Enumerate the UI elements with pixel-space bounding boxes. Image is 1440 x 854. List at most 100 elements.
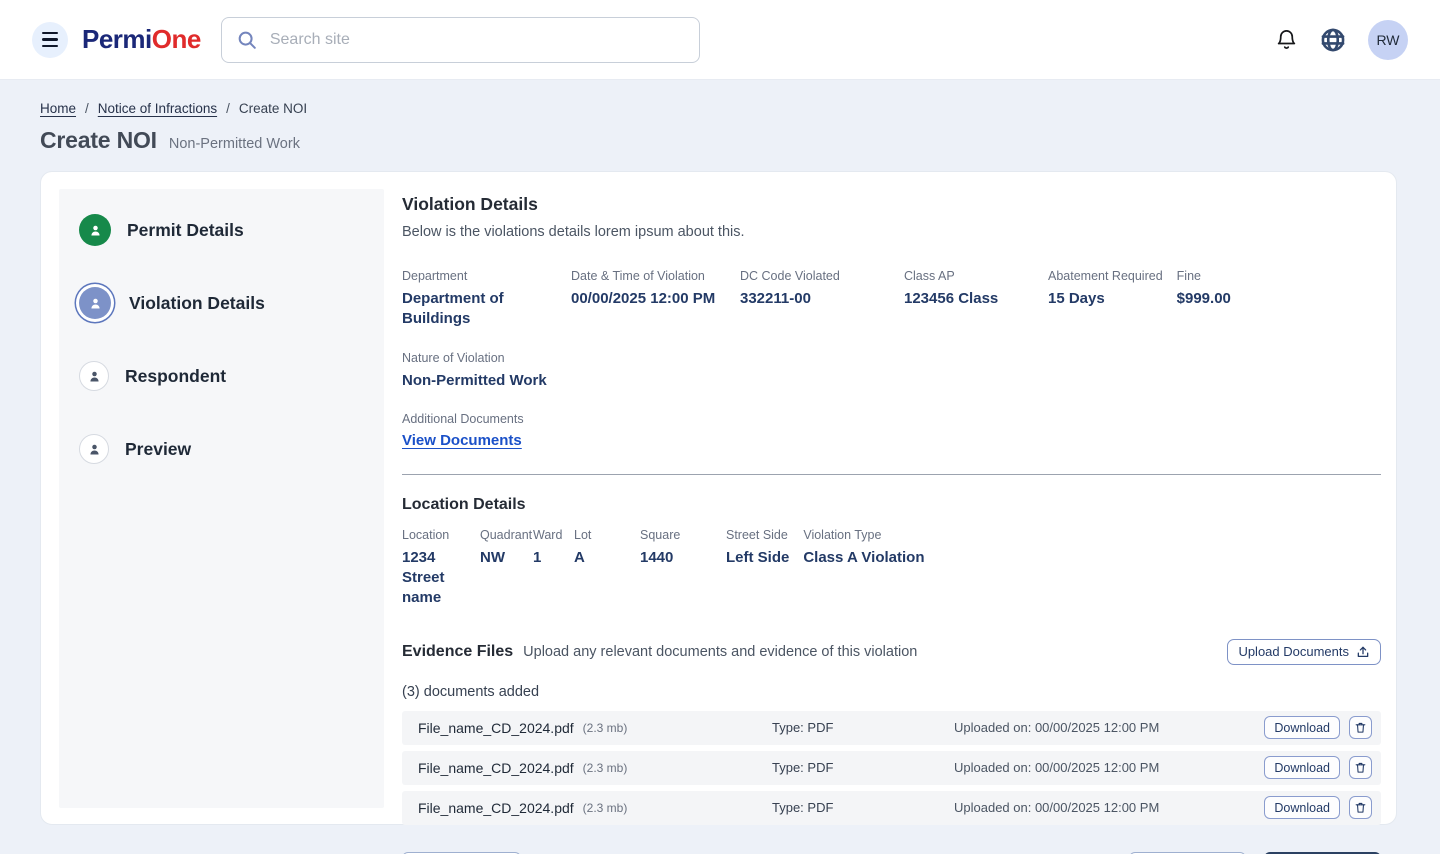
person-icon	[88, 296, 103, 311]
step-status-icon	[79, 287, 111, 319]
detail-field: Location 1234 Street name	[402, 528, 480, 609]
notifications-button[interactable]	[1275, 28, 1298, 51]
field-label: Ward	[533, 528, 560, 542]
step-label: Respondent	[125, 366, 226, 387]
delete-file-button[interactable]	[1349, 756, 1372, 779]
download-button[interactable]: Download	[1264, 716, 1340, 739]
search-icon	[236, 29, 258, 51]
page-title: Create NOI	[40, 127, 157, 154]
app-logo[interactable]: PermiOne	[82, 24, 201, 55]
step-label: Permit Details	[127, 220, 244, 241]
detail-field: Square 1440	[640, 528, 726, 609]
logo-part-1: Permi	[82, 24, 152, 54]
field-value: $999.00	[1177, 289, 1231, 309]
field-label: Square	[640, 528, 712, 542]
file-uploaded-date: Uploaded on: 00/00/2025 12:00 PM	[954, 720, 1159, 735]
section-description: Below is the violations details lorem ip…	[402, 224, 1381, 240]
file-type: Type: PDF	[772, 800, 833, 815]
file-name: File_name_CD_2024.pdf	[418, 800, 574, 816]
delete-file-button[interactable]	[1349, 716, 1372, 739]
trash-icon	[1354, 801, 1367, 814]
person-icon	[88, 223, 103, 238]
evidence-file-row: File_name_CD_2024.pdf (2.3 mb) Type: PDF…	[402, 751, 1381, 785]
create-noi-card: Permit Details Violation Details	[40, 171, 1397, 825]
evidence-file-row: File_name_CD_2024.pdf (2.3 mb) Type: PDF…	[402, 711, 1381, 745]
evidence-files-description: Upload any relevant documents and eviden…	[523, 644, 917, 660]
site-search[interactable]	[221, 17, 700, 63]
field-value: NW	[480, 548, 519, 568]
field-label: Nature of Violation	[402, 351, 1381, 365]
view-documents-link[interactable]: View Documents	[402, 432, 522, 449]
language-button[interactable]	[1320, 27, 1346, 53]
logo-part-2: One	[152, 24, 201, 54]
field-value: 1440	[640, 548, 712, 568]
location-fields-row: Location 1234 Street name Quadrant NW Wa…	[402, 528, 1381, 609]
breadcrumb: Home / Notice of Infractions / Create NO…	[40, 101, 1397, 116]
evidence-file-list: File_name_CD_2024.pdf (2.3 mb) Type: PDF…	[402, 711, 1381, 825]
page-subtitle: Non-Permitted Work	[169, 136, 300, 152]
detail-field: Street Side Left Side	[726, 528, 803, 609]
violation-fields-row: Department Department of Buildings Date …	[402, 269, 1381, 330]
field-label: Lot	[574, 528, 626, 542]
field-label: Date & Time of Violation	[571, 269, 726, 283]
location-details-title: Location Details	[402, 496, 1381, 514]
delete-file-button[interactable]	[1349, 796, 1372, 819]
avatar-initials: RW	[1376, 32, 1399, 48]
step-status-icon	[79, 361, 109, 391]
evidence-file-row: File_name_CD_2024.pdf (2.3 mb) Type: PDF…	[402, 791, 1381, 825]
detail-field: Quadrant NW	[480, 528, 533, 609]
detail-field: Abatement Required 15 Days	[1048, 269, 1177, 330]
field-value: 123456 Class	[904, 289, 1034, 309]
detail-field: DC Code Violated 332211-00	[740, 269, 904, 330]
file-type: Type: PDF	[772, 760, 833, 775]
field-label: Location	[402, 528, 466, 542]
download-button[interactable]: Download	[1264, 756, 1340, 779]
field-value: 1	[533, 548, 560, 568]
trash-icon	[1354, 721, 1367, 734]
field-value: 332211-00	[740, 289, 890, 309]
file-type: Type: PDF	[772, 720, 833, 735]
step-label: Violation Details	[129, 293, 265, 314]
detail-field: Ward 1	[533, 528, 574, 609]
field-value: 1234 Street name	[402, 548, 466, 609]
hamburger-menu-icon[interactable]	[32, 22, 68, 58]
wizard-stepper: Permit Details Violation Details	[59, 189, 384, 808]
field-value: 15 Days	[1048, 289, 1163, 309]
step-label: Preview	[125, 439, 191, 460]
breadcrumb-current: Create NOI	[239, 101, 307, 116]
detail-field: Department Department of Buildings	[402, 269, 571, 330]
trash-icon	[1354, 761, 1367, 774]
person-icon	[87, 369, 102, 384]
user-avatar[interactable]: RW	[1368, 20, 1408, 60]
file-size: (2.3 mb)	[583, 721, 628, 735]
stepper-step[interactable]: Respondent	[79, 356, 384, 396]
evidence-files-header: Evidence Files Upload any relevant docum…	[402, 639, 1381, 665]
field-label: Department	[402, 269, 557, 283]
evidence-files-title: Evidence Files	[402, 643, 513, 661]
search-input[interactable]	[270, 31, 685, 49]
stepper-step[interactable]: Violation Details	[79, 283, 384, 323]
field-label: DC Code Violated	[740, 269, 890, 283]
field-label: Abatement Required	[1048, 269, 1163, 283]
upload-documents-button[interactable]: Upload Documents	[1227, 639, 1381, 665]
file-name: File_name_CD_2024.pdf	[418, 720, 574, 736]
violation-details-panel: Violation Details Below is the violation…	[384, 189, 1381, 808]
detail-field: Fine $999.00	[1177, 269, 1245, 330]
field-value: A	[574, 548, 626, 568]
stepper-step[interactable]: Permit Details	[79, 210, 384, 250]
detail-field: Class AP 123456 Class	[904, 269, 1048, 330]
field-label: Quadrant	[480, 528, 519, 542]
detail-field: Date & Time of Violation 00/00/2025 12:0…	[571, 269, 740, 330]
breadcrumb-home-link[interactable]: Home	[40, 101, 76, 116]
field-label: Fine	[1177, 269, 1231, 283]
file-size: (2.3 mb)	[583, 761, 628, 775]
field-value: 00/00/2025 12:00 PM	[571, 289, 726, 309]
upload-documents-label: Upload Documents	[1238, 644, 1349, 659]
breadcrumb-parent-link[interactable]: Notice of Infractions	[98, 101, 217, 116]
nature-of-violation-field: Nature of Violation Non-Permitted Work	[402, 351, 1381, 391]
section-title: Violation Details	[402, 194, 1381, 215]
download-button[interactable]: Download	[1264, 796, 1340, 819]
file-uploaded-date: Uploaded on: 00/00/2025 12:00 PM	[954, 800, 1159, 815]
field-value: Left Side	[726, 548, 789, 568]
stepper-step[interactable]: Preview	[79, 429, 384, 469]
